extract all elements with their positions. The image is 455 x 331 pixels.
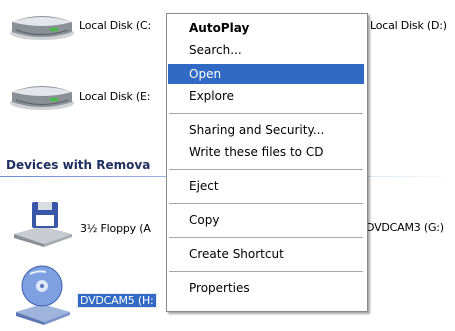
hard-drive-icon [10, 86, 74, 110]
menu-item-autoplay[interactable]: AutoPlay [168, 18, 364, 38]
menu-item-search[interactable]: Search... [168, 40, 364, 60]
section-title-removable-devices: Devices with Remova [6, 158, 151, 172]
drive-local-disk-c[interactable]: Local Disk (C: [8, 8, 168, 44]
menu-item-properties[interactable]: Properties [168, 278, 364, 298]
menu-separator [169, 203, 363, 204]
drive-local-disk-e[interactable]: Local Disk (E: [8, 78, 168, 114]
menu-item-write-to-cd[interactable]: Write these files to CD [168, 142, 364, 162]
menu-item-explore[interactable]: Explore [168, 86, 364, 106]
drive-label: Local Disk (C: [79, 19, 152, 32]
dvd-drive-icon [16, 265, 70, 325]
menu-item-open[interactable]: Open [168, 64, 364, 84]
menu-item-sharing-security[interactable]: Sharing and Security... [168, 120, 364, 140]
menu-item-copy[interactable]: Copy [168, 210, 364, 230]
drive-label: Local Disk (D:) [370, 19, 447, 32]
menu-separator [169, 271, 363, 272]
menu-item-create-shortcut[interactable]: Create Shortcut [168, 244, 364, 264]
context-menu: AutoPlay Search... Open Explore Sharing … [166, 13, 368, 312]
drive-label: 3½ Floppy (A [80, 222, 151, 235]
drive-floppy-a[interactable]: 3½ Floppy (A [12, 198, 172, 248]
explorer-window: { "drives": { "local_c": "Local Disk (C:… [0, 0, 455, 331]
menu-separator [169, 113, 363, 114]
menu-item-eject[interactable]: Eject [168, 176, 364, 196]
menu-separator [169, 169, 363, 170]
drive-label: Local Disk (E: [79, 90, 151, 103]
drive-label: DVDCAM3 (G:) [366, 221, 444, 234]
menu-separator [169, 237, 363, 238]
drive-dvdcam5-h[interactable]: DVDCAM5 (H: [12, 262, 172, 328]
hard-drive-icon [10, 16, 74, 40]
floppy-drive-icon [14, 202, 72, 247]
drive-label-selected: DVDCAM5 (H: [77, 293, 157, 308]
